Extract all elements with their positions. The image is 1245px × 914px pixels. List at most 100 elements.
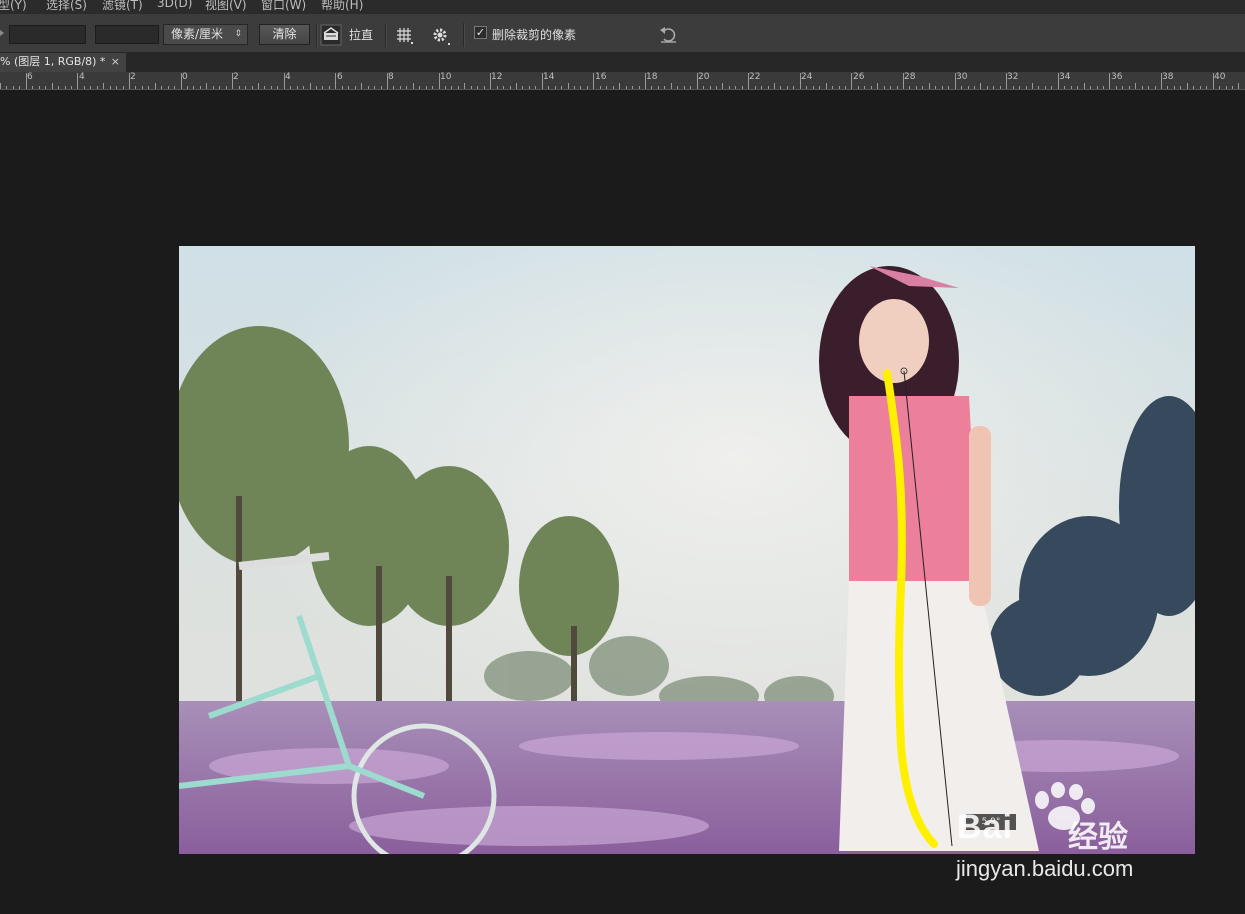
- ruler-tick: [187, 86, 188, 89]
- ruler-tick: [632, 86, 633, 89]
- straighten-label[interactable]: 拉直: [349, 26, 373, 43]
- grid-overlay-icon[interactable]: [395, 26, 415, 46]
- ruler-tick: [877, 83, 878, 89]
- ruler-tick: [174, 86, 175, 89]
- ruler-tick: [1051, 86, 1052, 89]
- ruler-tick: [1174, 86, 1175, 89]
- ruler-tick: [948, 86, 949, 89]
- ruler-tick: [858, 86, 859, 89]
- ruler-tick: [806, 86, 807, 89]
- ruler-tick: [548, 86, 549, 89]
- ruler-tick: [432, 86, 433, 89]
- ruler-label: 30: [956, 72, 968, 82]
- photo-image[interactable]: [179, 246, 1195, 854]
- ruler-tick: [903, 73, 904, 89]
- ruler-tick: [729, 86, 730, 89]
- ruler-tick: [1116, 86, 1117, 89]
- ruler-tick: [671, 83, 672, 89]
- ruler-tick: [193, 86, 194, 89]
- ruler-tick: [1193, 86, 1194, 89]
- chevron-updown-icon: ⇕: [234, 29, 242, 39]
- ruler-tick: [342, 86, 343, 89]
- ruler-tick: [909, 86, 910, 89]
- ruler-tick: [993, 86, 994, 89]
- ruler-tick: [206, 83, 207, 89]
- ruler-tick: [271, 86, 272, 89]
- ruler-tick: [1097, 86, 1098, 89]
- ruler-tick: [361, 83, 362, 89]
- ruler-tick: [71, 86, 72, 89]
- close-icon[interactable]: ×: [111, 53, 120, 71]
- ruler-tick: [1071, 86, 1072, 89]
- gear-icon[interactable]: [431, 25, 453, 47]
- ruler-tick: [974, 86, 975, 89]
- ruler-label: 40: [1214, 72, 1226, 82]
- ruler-tick: [780, 86, 781, 89]
- dropdown-arrow-icon[interactable]: [0, 30, 4, 36]
- ruler-tick: [264, 86, 265, 89]
- ruler-tick: [419, 86, 420, 89]
- ruler-tick: [258, 83, 259, 89]
- height-field[interactable]: [95, 25, 159, 44]
- ruler-tick: [316, 86, 317, 89]
- ruler-tick: [929, 83, 930, 89]
- ruler-tick: [606, 86, 607, 89]
- horizontal-ruler: 6 4 2 0 2 4 6 8 10 12 14 16 18 20 22 24 26 28 30 32 34 36 38 40: [0, 72, 1245, 90]
- watermark-site: jingyan.baidu.com: [956, 856, 1134, 881]
- unit-select-value: 像素/厘米: [171, 27, 224, 41]
- ruler-tick: [916, 86, 917, 89]
- ruler-tick: [651, 86, 652, 89]
- ruler-label: 20: [698, 72, 710, 82]
- ruler-tick: [884, 86, 885, 89]
- menu-item-type[interactable]: 型(Y): [0, 0, 27, 13]
- ruler-tick: [181, 73, 182, 89]
- ruler-tick: [639, 86, 640, 89]
- ruler-label: 0: [182, 72, 188, 82]
- ruler-tick: [864, 86, 865, 89]
- menu-item-view[interactable]: 视图(V): [205, 0, 247, 13]
- ruler-label: 6: [27, 72, 33, 82]
- menu-item-window[interactable]: 窗口(W): [261, 0, 306, 13]
- ruler-tick: [1180, 86, 1181, 89]
- unit-select[interactable]: 像素/厘米 ⇕: [163, 24, 248, 45]
- divider: [463, 23, 465, 47]
- ruler-label: 18: [646, 72, 658, 82]
- ruler-tick: [955, 73, 956, 89]
- reset-icon[interactable]: [658, 25, 680, 45]
- ruler-tick: [535, 86, 536, 89]
- ruler-tick: [451, 86, 452, 89]
- menu-bar: 型(Y) 选择(S) 滤镜(T) 3D(D) 视图(V) 窗口(W) 帮助(H): [0, 0, 1245, 14]
- ruler-tick: [697, 73, 698, 89]
- ruler-tick: [322, 86, 323, 89]
- ruler-tick: [748, 73, 749, 89]
- ruler-tick: [226, 86, 227, 89]
- ruler-tick: [793, 86, 794, 89]
- ruler-tick: [561, 86, 562, 89]
- ruler-tick: [45, 86, 46, 89]
- ruler-tick: [968, 86, 969, 89]
- ruler-tick: [542, 73, 543, 89]
- width-field[interactable]: [9, 25, 86, 44]
- clear-button[interactable]: 清除: [259, 24, 310, 45]
- ruler-tick: [619, 83, 620, 89]
- ruler-tick: [587, 86, 588, 89]
- ruler-tick: [1064, 86, 1065, 89]
- ruler-tick: [497, 86, 498, 89]
- ruler-tick: [110, 86, 111, 89]
- document-tab[interactable]: % (图层 1, RGB/8) * ×: [0, 53, 126, 72]
- ruler-label: 4: [285, 72, 291, 82]
- menu-item-select[interactable]: 选择(S): [46, 0, 87, 13]
- menu-item-help[interactable]: 帮助(H): [321, 0, 363, 13]
- straighten-icon[interactable]: [320, 24, 342, 46]
- menu-item-filter[interactable]: 滤镜(T): [102, 0, 143, 13]
- ruler-tick: [845, 86, 846, 89]
- ruler-tick: [890, 86, 891, 89]
- ruler-tick: [135, 86, 136, 89]
- delete-cropped-checkbox[interactable]: ✓: [474, 26, 487, 39]
- ruler-tick: [1213, 73, 1214, 89]
- menu-item-3d[interactable]: 3D(D): [157, 0, 192, 10]
- ruler-tick: [664, 86, 665, 89]
- ruler-label: 34: [1059, 72, 1071, 82]
- ruler-tick: [439, 73, 440, 89]
- ruler-tick: [613, 86, 614, 89]
